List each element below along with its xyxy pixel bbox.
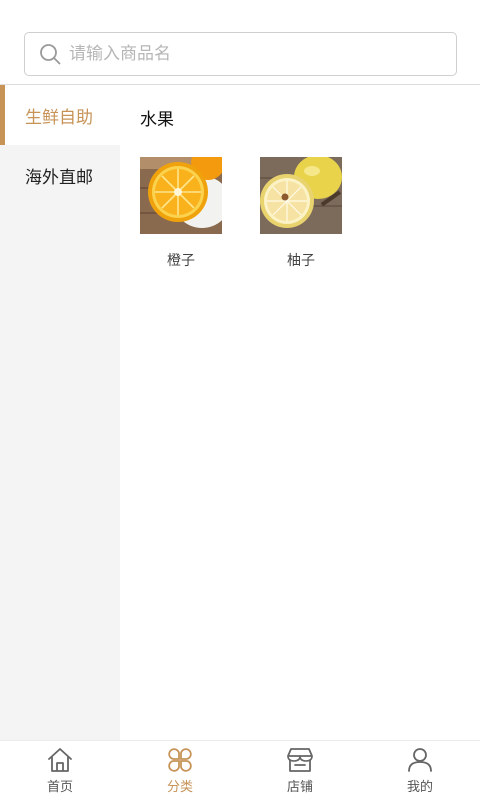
tab-mine[interactable]: 我的 [360,741,480,800]
category-icon [168,748,192,772]
tab-label: 首页 [46,780,73,795]
category-sidebar: 生鲜自助 海外直邮 [0,85,120,740]
user-icon [408,748,432,772]
sidebar-item-label: 生鲜自助 [25,107,93,128]
search-icon [40,44,61,65]
tab-category[interactable]: 分类 [120,741,240,800]
orange-image [140,157,222,234]
product-name: 橙子 [167,253,195,269]
tab-label: 分类 [166,780,193,795]
sidebar-item-overseas[interactable]: 海外直邮 [0,145,120,205]
sidebar-item-label: 海外直邮 [25,167,93,188]
product-item-orange[interactable]: 橙子 [140,157,222,270]
status-bar-area [0,0,480,20]
category-title: 水果 [140,110,174,130]
store-icon [287,748,313,772]
bottom-tab-bar: 首页 分类 店铺 我的 [0,740,480,800]
search-box[interactable] [24,32,457,76]
search-input[interactable] [69,36,429,72]
product-name: 柚子 [287,253,315,269]
tab-label: 店铺 [286,780,313,795]
category-content: 水果 橙子 柚子 [120,85,480,740]
sidebar-item-fresh[interactable]: 生鲜自助 [0,85,120,145]
tab-store[interactable]: 店铺 [240,741,360,800]
home-icon [48,748,72,772]
product-grid: 橙子 柚子 [140,157,342,270]
tab-home[interactable]: 首页 [0,741,120,800]
product-item-pomelo[interactable]: 柚子 [260,157,342,270]
tab-label: 我的 [406,780,433,795]
pomelo-image [260,157,342,234]
